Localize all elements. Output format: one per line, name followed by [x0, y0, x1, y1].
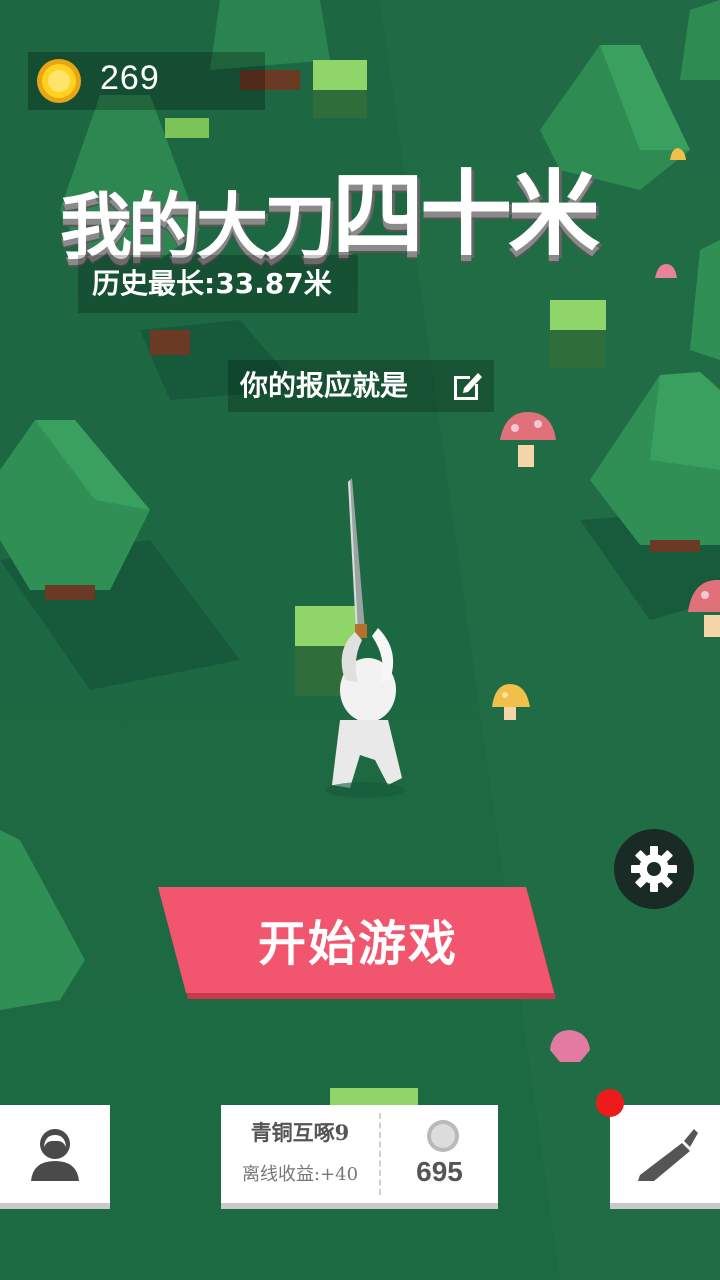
silver-count: 695	[416, 1156, 463, 1187]
slogan-bar[interactable]: 你的报应就是	[228, 360, 494, 412]
profile-button[interactable]	[0, 1105, 110, 1203]
gold-coin-icon	[37, 59, 81, 103]
start-game-label: 开始游戏	[257, 916, 458, 972]
slogan-text: 你的报应就是	[240, 369, 409, 402]
start-game-button[interactable]: 开始游戏	[158, 887, 558, 1001]
knife-shop-button[interactable]	[610, 1105, 720, 1203]
offline-income: 离线收益:+40	[241, 1164, 359, 1185]
silver-coin-icon	[427, 1120, 459, 1152]
bush	[165, 118, 209, 138]
coin-counter: 269	[28, 52, 265, 110]
coin-count: 269	[100, 59, 160, 97]
game-title: 我的大刀四十米	[60, 140, 660, 269]
edit-icon[interactable]	[450, 368, 486, 404]
notification-dot	[596, 1089, 624, 1117]
knife-icon	[638, 1129, 698, 1181]
best-record: 历史最长:33.87米	[78, 255, 358, 313]
rank-card[interactable]: 青铜互啄9 离线收益:+40 695	[221, 1105, 498, 1203]
bush	[550, 300, 606, 368]
gear-icon	[631, 846, 677, 892]
bush	[313, 60, 367, 118]
settings-button[interactable]	[614, 829, 694, 909]
profile-icon	[31, 1129, 79, 1181]
rank-title: 青铜互啄9	[250, 1120, 350, 1145]
title-part-2: 四十米	[332, 161, 600, 268]
